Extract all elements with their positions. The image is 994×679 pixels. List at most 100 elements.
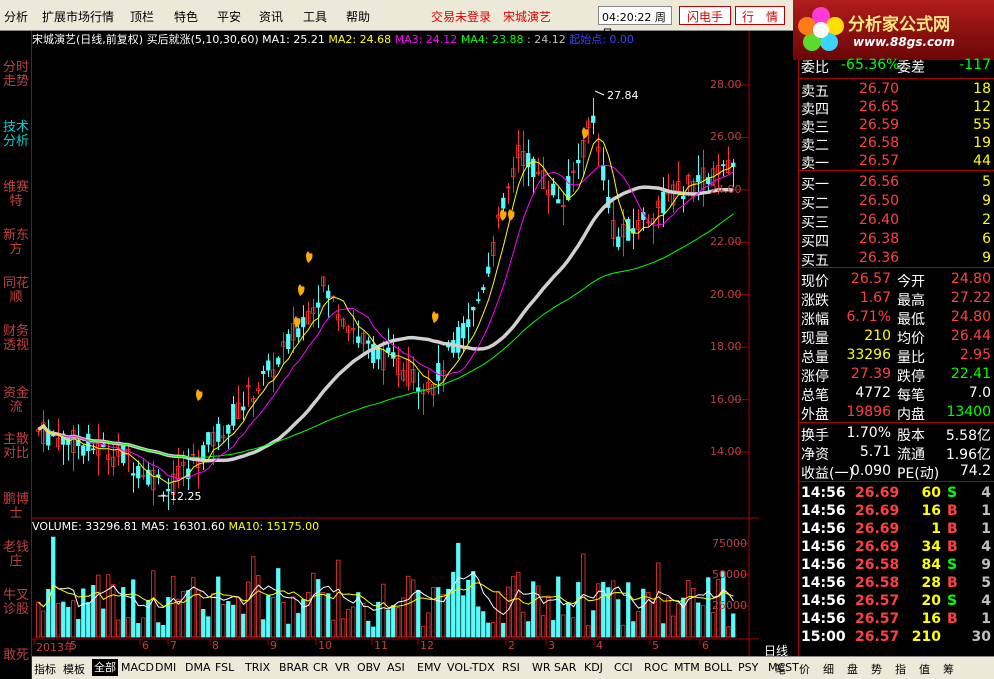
indicator-tab-wr[interactable]: WR <box>532 661 551 674</box>
indicator-tab-obv[interactable]: OBV <box>357 661 380 674</box>
tab-technical[interactable]: 技术分析 <box>2 121 30 149</box>
tick-row[interactable]: 14:56 26.57 16 B 1 <box>799 611 994 629</box>
quote-tab-3[interactable]: 盘 <box>847 661 858 677</box>
stat-label: 外盘 <box>801 407 829 423</box>
tab-xindongfang[interactable]: 新东方 <box>2 229 30 257</box>
tick-row[interactable]: 14:56 26.58 84 S 9 <box>799 557 994 575</box>
indicator-tab-mtm[interactable]: MTM <box>674 661 700 674</box>
volume-bar <box>661 623 666 638</box>
ma1-value: MA1: 25.21 <box>262 33 325 46</box>
price-tick-label: 28.00 <box>710 78 742 91</box>
tab-laoqianzhuang[interactable]: 老钱庄 <box>2 541 30 569</box>
indicator-tab-fsl[interactable]: FSL <box>215 661 234 674</box>
candle-body <box>366 340 371 344</box>
indicator-tab-macd[interactable]: MACD <box>121 661 154 674</box>
login-status[interactable]: 交易未登录 <box>431 8 491 25</box>
weibi-label: 委比 <box>801 60 829 76</box>
indicator-tab-dma[interactable]: DMA <box>185 661 211 674</box>
indicator-tab-rsi[interactable]: RSI <box>502 661 520 674</box>
flash-trade-button[interactable]: 闪电手 <box>679 6 731 25</box>
menu-tools[interactable]: 工具 <box>303 8 327 25</box>
ask-row[interactable]: 卖四 26.65 12 <box>799 99 994 118</box>
bid-row[interactable]: 买五 26.36 9 <box>799 250 994 269</box>
quote-tab-0[interactable]: 笔 <box>775 661 786 677</box>
kline-chart-svg[interactable] <box>32 31 759 659</box>
indicator-tab-vol-tdx[interactable]: VOL-TDX <box>447 661 495 674</box>
tab-finance[interactable]: 财务透视 <box>2 325 30 353</box>
tick-row[interactable]: 14:56 26.58 28 B 5 <box>799 575 994 593</box>
stat-label: 总笔 <box>801 388 829 404</box>
quote-tab-2[interactable]: 细 <box>823 661 834 677</box>
tick-count: 5 <box>981 575 991 591</box>
quote-tab-1[interactable]: 价 <box>799 661 810 677</box>
high-label: 27.84 <box>607 89 639 102</box>
quote-tab-6[interactable]: 值 <box>919 661 930 677</box>
candle-body <box>551 183 556 196</box>
indicator-tab-emv[interactable]: EMV <box>417 661 441 674</box>
indicator-tab-cr[interactable]: CR <box>313 661 328 674</box>
stock-name: 宋城演艺 <box>503 10 552 24</box>
volume-bar <box>296 613 301 638</box>
indicator-tab-cci[interactable]: CCI <box>614 661 633 674</box>
menu-news[interactable]: 资讯 <box>259 8 283 25</box>
tick-side: B <box>947 521 958 537</box>
ask-volume: 55 <box>973 117 991 133</box>
ask-volume: 44 <box>973 153 991 169</box>
menu-topbar[interactable]: 顶栏 <box>130 8 154 25</box>
tick-row[interactable]: 15:00 26.57 210 30 <box>799 629 994 647</box>
candle-body <box>376 347 381 360</box>
tab-pengboshi[interactable]: 鹏博士 <box>2 493 30 521</box>
indicator-tab-kdj[interactable]: KDJ <box>584 661 603 674</box>
ask-row[interactable]: 卖三 26.59 55 <box>799 117 994 136</box>
menu-help[interactable]: 帮助 <box>346 8 370 25</box>
indicator-tab-trix[interactable]: TRIX <box>245 661 270 674</box>
bid-row[interactable]: 买四 26.38 6 <box>799 231 994 250</box>
fin-label-2: 流通 <box>897 447 925 463</box>
indicator-tab-psy[interactable]: PSY <box>738 661 758 674</box>
tab-timeshare[interactable]: 分时走势 <box>2 61 30 89</box>
tick-row[interactable]: 14:56 26.69 34 B 4 <box>799 539 994 557</box>
indicator-tab-brar[interactable]: BRAR <box>279 661 309 674</box>
quote-tab-7[interactable]: 筹 <box>943 661 954 677</box>
tick-row[interactable]: 14:56 26.57 20 S 4 <box>799 593 994 611</box>
tab-gansi[interactable]: 敢死 <box>2 649 30 663</box>
indicator-tab-全部[interactable]: 全部 <box>92 659 118 676</box>
indicator-tab-sar[interactable]: SAR <box>554 661 576 674</box>
tab-niucha[interactable]: 牛叉诊股 <box>2 589 30 617</box>
volume-bar <box>226 601 231 638</box>
ask-volume: 18 <box>973 81 991 97</box>
bid-row[interactable]: 买一 26.56 5 <box>799 174 994 193</box>
indicator-tab-boll[interactable]: BOLL <box>704 661 732 674</box>
ask-row[interactable]: 卖五 26.70 18 <box>799 81 994 100</box>
menu-pingan[interactable]: 平安 <box>217 8 241 25</box>
ask-row[interactable]: 卖一 26.57 44 <box>799 153 994 172</box>
tab-tonghuashun[interactable]: 同花顺 <box>2 277 30 305</box>
menu-features[interactable]: 特色 <box>174 8 198 25</box>
tab-capital-flow[interactable]: 资金流 <box>2 387 30 415</box>
indicator-tab-dmi[interactable]: DMI <box>155 661 176 674</box>
formula-name: 买后就涨(5,10,30,60) <box>146 33 259 46</box>
bid-row[interactable]: 买二 26.50 9 <box>799 193 994 212</box>
tick-row[interactable]: 14:56 26.69 1 B 1 <box>799 521 994 539</box>
ask-row[interactable]: 卖二 26.58 19 <box>799 135 994 154</box>
menu-extended-market[interactable]: 扩展市场行情 <box>42 8 114 25</box>
tab-weisaite[interactable]: 维赛特 <box>2 181 30 209</box>
kline-chart[interactable]: 宋城演艺(日线,前复权) 买后就涨(5,10,30,60) MA1: 25.21… <box>32 31 788 659</box>
indicator-tab-asi[interactable]: ASI <box>387 661 405 674</box>
indicator-tab-roc[interactable]: ROC <box>644 661 668 674</box>
quote-tab-5[interactable]: 指 <box>895 661 906 677</box>
bid-row[interactable]: 买三 26.40 2 <box>799 212 994 231</box>
indicator-tab-vr[interactable]: VR <box>335 661 350 674</box>
quote-tab-4[interactable]: 势 <box>871 661 882 677</box>
volume-bar <box>386 609 391 638</box>
indicator-tab-模板[interactable]: 模板 <box>63 661 85 677</box>
tab-main-retail[interactable]: 主散对比 <box>2 433 30 461</box>
quote-button[interactable]: 行 情 <box>735 6 785 25</box>
stat-value-2: 26.44 <box>950 328 991 344</box>
ask-label: 卖五 <box>801 84 829 100</box>
tick-row[interactable]: 14:56 26.69 16 B 1 <box>799 503 994 521</box>
menu-analyze[interactable]: 分析 <box>4 8 28 25</box>
indicator-tab-指标[interactable]: 指标 <box>34 661 56 677</box>
tick-row[interactable]: 14:56 26.69 60 S 4 <box>799 485 994 503</box>
volume-bar <box>161 624 166 638</box>
